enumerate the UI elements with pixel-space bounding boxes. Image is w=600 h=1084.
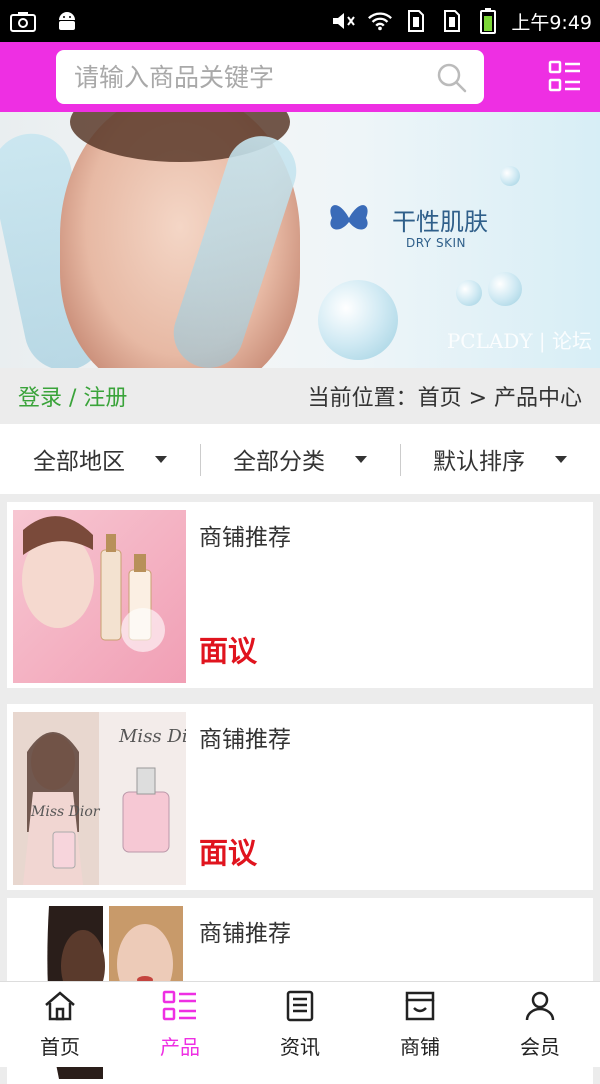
user-icon: [524, 990, 556, 1027]
banner-watermark: PCLADY | 论坛: [446, 329, 592, 353]
filter-bar: 全部地区 全部分类 默认排序: [0, 424, 600, 494]
bubble: [318, 280, 398, 360]
search-icon[interactable]: [436, 62, 468, 98]
search-input[interactable]: [74, 62, 434, 92]
product-price: 面议: [199, 836, 258, 870]
tab-news-label: 资讯: [280, 1034, 320, 1059]
svg-text:Miss Dior: Miss Dior: [118, 726, 186, 747]
login-register-link[interactable]: 登录 / 注册: [18, 380, 127, 412]
svg-text:Miss Dior: Miss Dior: [30, 804, 101, 820]
tab-shops[interactable]: 商铺: [360, 982, 480, 1067]
tab-products-label: 产品: [160, 1034, 200, 1059]
screenshot-icon: [10, 10, 36, 32]
product-name: 商铺推荐: [199, 921, 291, 947]
android-icon: [54, 10, 80, 32]
product-grid-icon: [162, 990, 198, 1027]
caret-down-icon: [355, 455, 367, 463]
caret-down-icon: [155, 455, 167, 463]
product-name: 商铺推荐: [199, 525, 291, 551]
bubble: [500, 166, 520, 186]
product-thumbnail: [13, 510, 186, 683]
sim1-icon: [403, 10, 429, 32]
bubble: [488, 272, 522, 306]
product-name: 商铺推荐: [199, 727, 291, 753]
product-card[interactable]: Miss Dior Miss Dior 商铺推荐 面议: [7, 704, 593, 890]
sim2-icon: [439, 10, 465, 32]
tab-home-label: 首页: [40, 1034, 80, 1059]
category-menu-icon[interactable]: [548, 60, 582, 94]
home-icon: [43, 990, 77, 1027]
top-header: [0, 42, 600, 112]
breadcrumb: 当前位置：首页 > 产品中心: [307, 386, 582, 411]
bubble: [456, 280, 482, 306]
status-time: 上午9:49: [511, 11, 592, 34]
bottom-tab-bar: 首页 产品 资讯 商铺 会员: [0, 981, 600, 1067]
status-bar: 上午9:49: [0, 0, 600, 42]
banner-title: 干性肌肤: [392, 208, 488, 236]
filter-sort[interactable]: 默认排序: [400, 424, 600, 494]
filter-region-label: 全部地区: [33, 449, 125, 475]
tab-shops-label: 商铺: [400, 1034, 440, 1059]
tab-home[interactable]: 首页: [0, 982, 120, 1067]
shop-icon: [403, 990, 437, 1027]
product-card[interactable]: 商铺推荐 面议: [7, 502, 593, 688]
filter-category[interactable]: 全部分类: [200, 424, 400, 494]
filter-sort-label: 默认排序: [433, 449, 525, 475]
product-thumbnail: Miss Dior Miss Dior: [13, 712, 186, 885]
product-price: 面议: [199, 634, 258, 668]
mute-icon: [331, 10, 357, 32]
banner-subtitle: DRY SKIN: [406, 236, 466, 250]
tab-products[interactable]: 产品: [120, 982, 240, 1067]
tab-news[interactable]: 资讯: [240, 982, 360, 1067]
caret-down-icon: [555, 455, 567, 463]
tab-member[interactable]: 会员: [480, 982, 600, 1067]
promo-banner[interactable]: 干性肌肤 DRY SKIN PCLADY | 论坛: [0, 112, 600, 368]
battery-icon: [475, 8, 501, 34]
search-box[interactable]: [56, 50, 484, 104]
news-icon: [284, 990, 316, 1027]
wifi-icon: [367, 10, 393, 32]
location-bar: 登录 / 注册 当前位置：首页 > 产品中心: [0, 368, 600, 424]
filter-region[interactable]: 全部地区: [0, 424, 200, 494]
butterfly-icon: [330, 205, 368, 230]
tab-member-label: 会员: [520, 1034, 560, 1059]
filter-category-label: 全部分类: [233, 449, 325, 475]
